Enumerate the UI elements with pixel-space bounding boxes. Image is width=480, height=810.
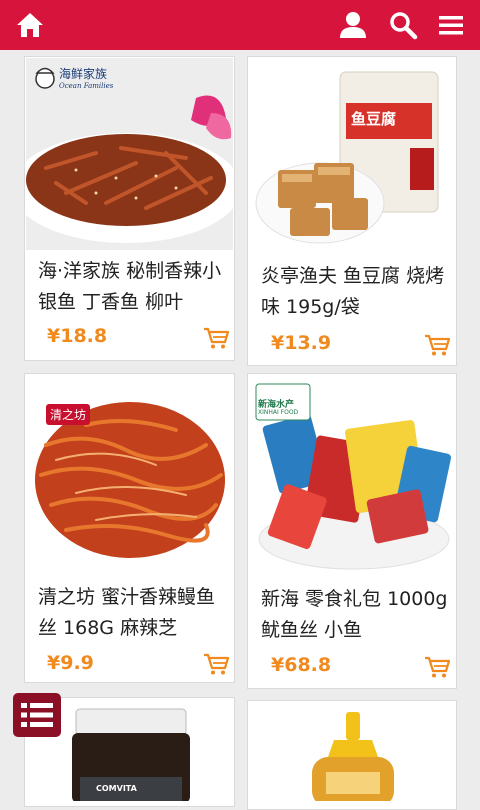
- product-image[interactable]: 鱼豆腐: [250, 58, 456, 250]
- user-button[interactable]: [336, 8, 370, 42]
- home-button[interactable]: [13, 8, 47, 42]
- product-title[interactable]: 清之坊 蜜汁香辣鳗鱼丝 168G 麻辣芝: [38, 582, 224, 644]
- brand-badge: 清之坊: [46, 404, 91, 425]
- chef-logo-icon: [35, 67, 55, 89]
- product-image[interactable]: 新海水产 XINHAI FOOD: [250, 379, 456, 577]
- product-price: ¥13.9: [271, 332, 332, 354]
- product-image[interactable]: [250, 702, 456, 801]
- product-price: ¥18.8: [47, 325, 108, 347]
- brand-logo-sub: Ocean Families: [59, 81, 114, 90]
- brand-logo-sub: XINHAI FOOD: [258, 409, 299, 416]
- product-price: ¥9.9: [47, 652, 94, 674]
- product-card[interactable]: 鱼豆腐 炎亭渔夫 鱼豆腐 烧烤味 195g/袋 ¥13.9: [247, 56, 457, 366]
- cart-icon[interactable]: [424, 333, 450, 357]
- product-image[interactable]: 海鲜家族 Ocean Families: [26, 58, 233, 250]
- home-icon: [17, 13, 43, 37]
- product-card[interactable]: 海鲜家族 Ocean Families 海·洋家族 秘制香辣小银鱼 丁香鱼 柳叶…: [24, 56, 235, 361]
- search-icon: [390, 12, 418, 40]
- user-icon: [340, 12, 366, 38]
- search-button[interactable]: [386, 8, 420, 42]
- package-label: 鱼豆腐: [351, 110, 397, 128]
- category-list-button[interactable]: [13, 693, 61, 737]
- product-price: ¥68.8: [271, 654, 332, 676]
- jar-label: COMVITA: [96, 784, 137, 793]
- brand-logo: 海鲜家族 Ocean Families: [34, 64, 113, 90]
- menu-icon: [439, 16, 463, 35]
- product-title[interactable]: 炎亭渔夫 鱼豆腐 烧烤味 195g/袋: [261, 261, 451, 323]
- product-title[interactable]: 新海 零食礼包 1000g 鱿鱼丝 小鱼: [261, 584, 451, 646]
- brand-logo-text: 海鲜家族: [59, 66, 108, 81]
- cart-icon[interactable]: [203, 326, 229, 350]
- product-card[interactable]: 新海水产 XINHAI FOOD 新海 零食礼包 1000g 鱿鱼丝 小鱼 ¥6…: [247, 373, 457, 689]
- product-image[interactable]: 清之坊: [26, 375, 233, 567]
- product-title[interactable]: 海·洋家族 秘制香辣小银鱼 丁香鱼 柳叶: [38, 256, 224, 318]
- top-bar: [0, 0, 480, 50]
- cart-icon[interactable]: [203, 652, 229, 676]
- product-card[interactable]: 清之坊 清之坊 蜜汁香辣鳗鱼丝 168G 麻辣芝 ¥9.9: [24, 373, 235, 683]
- product-card[interactable]: [247, 700, 457, 810]
- list-icon: [21, 703, 53, 727]
- cart-icon[interactable]: [424, 655, 450, 679]
- menu-button[interactable]: [434, 8, 468, 42]
